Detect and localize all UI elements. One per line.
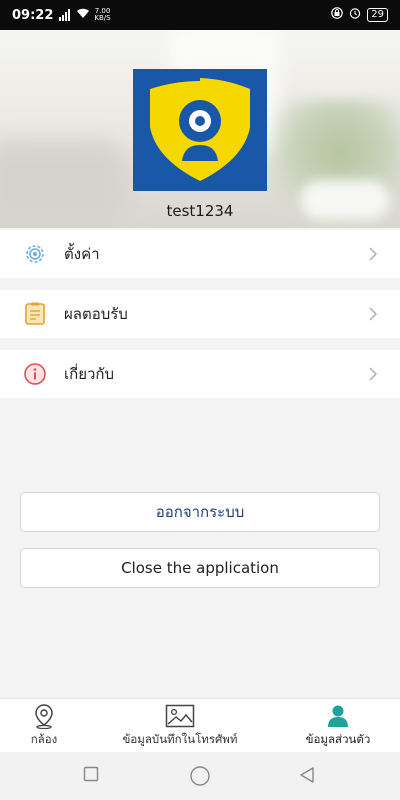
lock-icon bbox=[331, 7, 344, 23]
home-button[interactable] bbox=[189, 765, 211, 791]
shield-camera-icon bbox=[150, 78, 250, 181]
network-speed: 7.00 KB/S bbox=[94, 8, 110, 22]
logout-button[interactable]: ออกจากระบบ bbox=[20, 492, 380, 532]
recent-apps-button[interactable] bbox=[83, 766, 99, 786]
signal-icon bbox=[59, 9, 71, 21]
person-icon bbox=[326, 703, 350, 729]
status-bar: 09:22 7.00 KB/S 29 bbox=[0, 0, 400, 30]
back-button[interactable] bbox=[298, 766, 316, 788]
image-icon bbox=[165, 703, 195, 729]
alarm-icon bbox=[349, 7, 361, 23]
feedback-document-icon bbox=[22, 301, 48, 327]
info-icon bbox=[22, 361, 48, 387]
tab-phone-records[interactable]: ข้อมูลบันทึกในโทรศัพท์ bbox=[110, 699, 250, 753]
menu-item-about[interactable]: เกี่ยวกับ bbox=[0, 350, 400, 398]
tab-label-phone-records: ข้อมูลบันทึกในโทรศัพท์ bbox=[122, 732, 238, 746]
menu-label-feedback: ผลตอบรับ bbox=[64, 305, 128, 323]
app-logo bbox=[133, 69, 267, 191]
menu-label-settings: ตั้งค่า bbox=[64, 245, 100, 263]
username: test1234 bbox=[166, 202, 234, 220]
location-pin-icon bbox=[33, 703, 55, 729]
chevron-right-icon bbox=[368, 306, 378, 326]
chevron-right-icon bbox=[368, 246, 378, 266]
battery-icon: 29 bbox=[367, 8, 388, 22]
tab-label-camera: กล้อง bbox=[30, 732, 58, 746]
menu-item-settings[interactable]: ตั้งค่า bbox=[0, 230, 400, 278]
tab-camera[interactable]: กล้อง bbox=[14, 699, 74, 753]
close-application-button[interactable]: Close the application bbox=[20, 548, 380, 588]
chevron-right-icon bbox=[368, 366, 378, 386]
profile-header: test1234 bbox=[0, 30, 400, 228]
menu-label-about: เกี่ยวกับ bbox=[64, 365, 115, 383]
bottom-tab-bar: กล้อง ข้อมูลบันทึกในโทรศัพท์ ข้อมูลส่วนต… bbox=[0, 698, 400, 752]
network-speed-unit: KB/S bbox=[94, 14, 111, 22]
settings-gear-icon bbox=[22, 241, 48, 267]
tab-label-profile: ข้อมูลส่วนตัว bbox=[305, 732, 371, 746]
menu-item-feedback[interactable]: ผลตอบรับ bbox=[0, 290, 400, 338]
system-navigation-bar bbox=[0, 752, 400, 800]
tab-profile[interactable]: ข้อมูลส่วนตัว bbox=[296, 699, 380, 753]
wifi-icon bbox=[76, 8, 90, 23]
status-time: 09:22 bbox=[12, 7, 54, 23]
